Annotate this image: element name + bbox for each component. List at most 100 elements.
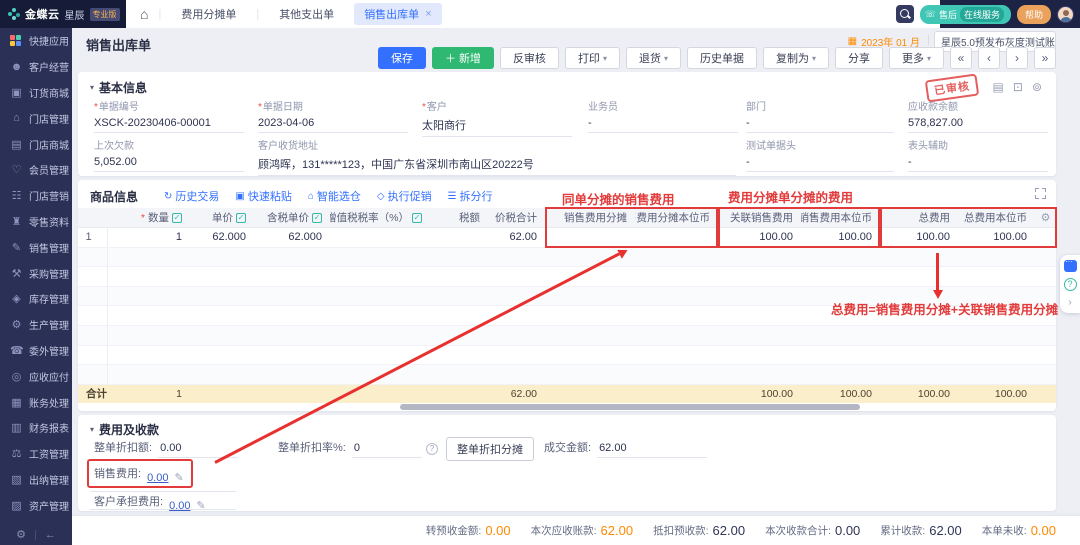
next-record-button[interactable]: › <box>1006 47 1028 69</box>
sidebar-item-label: 会员管理 <box>29 162 69 177</box>
sidebar-item-payroll[interactable]: ⚖工资管理 <box>0 441 72 467</box>
split-row-link[interactable]: ☰拆分行 <box>448 188 493 204</box>
sidebar-item-outsourcing[interactable]: ☎委外管理 <box>0 338 72 364</box>
delivery-address-input[interactable]: 顾鸿晖，131*****123，中国广东省深圳市南山区20222号 <box>258 152 736 176</box>
keyboard-icon[interactable]: ▤ <box>993 80 1004 94</box>
service-badge: 在线服务 <box>960 7 1004 22</box>
topbar: 金蝶云 星辰 专业版 ⌂ | 费用分摊单 | 其他支出单 销售出库单 × ☏ 售… <box>0 0 1080 28</box>
column-settings-gear-icon[interactable]: ⚙ <box>1035 211 1056 224</box>
tab-sales-outbound[interactable]: 销售出库单 × <box>354 3 441 25</box>
add-new-button[interactable]: ＋新增 <box>432 47 494 69</box>
purchase-icon: ⚒ <box>10 267 23 280</box>
quick-paste-link[interactable]: ▣快速粘贴 <box>235 188 291 204</box>
sidebar-item-order-mall[interactable]: ▣订货商城 <box>0 80 72 106</box>
cell-linked-fee[interactable]: 100.00 <box>718 231 801 243</box>
cell-tax-price[interactable]: 62.000 <box>254 231 330 243</box>
sidebar-item-quick-apps[interactable]: 快捷应用 <box>0 28 72 54</box>
salesman-input[interactable]: - <box>588 113 738 133</box>
sidebar-item-sales[interactable]: ✎销售管理 <box>0 234 72 260</box>
sidebar-item-label: 财务报表 <box>29 420 69 435</box>
discount-rate-input[interactable]: 0 <box>352 442 422 458</box>
last-record-button[interactable]: » <box>1034 47 1056 69</box>
tab-close-icon[interactable]: × <box>425 8 431 20</box>
app-logo: 金蝶云 星辰 专业版 <box>0 0 126 28</box>
department-input[interactable]: - <box>746 113 894 133</box>
edit-pencil-icon[interactable]: ✎ <box>196 499 205 512</box>
discount-amount-input[interactable]: 0.00 <box>158 442 238 458</box>
first-record-button[interactable]: « <box>950 47 972 69</box>
help-question-icon[interactable]: ? <box>1064 278 1077 291</box>
customer-input[interactable]: 太阳商行 <box>422 113 572 137</box>
sidebar-item-label: 委外管理 <box>29 343 69 358</box>
history-button[interactable]: 历史单据 <box>687 47 757 69</box>
smart-warehouse-link[interactable]: ⌂智能选仓 <box>308 188 361 204</box>
batch-fill-checkbox-icon[interactable]: ✓ <box>412 213 422 223</box>
user-avatar[interactable] <box>1057 6 1074 23</box>
sidebar-item-accounting[interactable]: ▦账务处理 <box>0 389 72 415</box>
copy-doc-icon[interactable]: ⊡ <box>1013 80 1023 94</box>
service-label: 售后 <box>939 8 957 21</box>
field-customer: *客户 太阳商行 <box>422 98 572 137</box>
copy-as-button[interactable]: 复制为▾ <box>763 47 829 69</box>
stat-value: 0.00 <box>835 523 860 538</box>
batch-fill-checkbox-icon[interactable]: ✓ <box>172 213 182 223</box>
sidebar-item-production[interactable]: ⚙生产管理 <box>0 312 72 338</box>
collapse-arrow-icon[interactable]: › <box>1068 297 1071 308</box>
batch-fill-checkbox-icon[interactable]: ✓ <box>236 213 246 223</box>
collapse-sidebar-icon[interactable]: ← <box>45 529 56 541</box>
cell-linked-fee-base[interactable]: 100.00 <box>801 231 880 243</box>
return-button[interactable]: 退货▾ <box>626 47 681 69</box>
fullscreen-icon[interactable] <box>1035 188 1046 199</box>
header-aux-input[interactable]: - <box>908 152 1048 172</box>
sidebar-item-member[interactable]: ♡会员管理 <box>0 157 72 183</box>
after-sales-service-button[interactable]: ☏ 售后 在线服务 <box>920 5 1011 24</box>
sidebar-item-asset[interactable]: ▨资产管理 <box>0 492 72 518</box>
sidebar-item-purchase[interactable]: ⚒采购管理 <box>0 260 72 286</box>
save-button[interactable]: 保存 <box>378 47 426 69</box>
bill-date-input[interactable]: 2023-04-06 <box>258 113 408 133</box>
tab-fee-allocation[interactable]: 费用分摊单 <box>171 3 246 25</box>
basic-info-section-toggle[interactable]: ▾ 基本信息 <box>90 79 147 96</box>
section-title: 商品信息 <box>90 188 138 205</box>
help-button[interactable]: 帮助 <box>1017 5 1051 24</box>
home-icon[interactable]: ⌂ <box>140 6 148 22</box>
sidebar-item-customer[interactable]: ☻客户经营 <box>0 54 72 80</box>
share-button[interactable]: 分享 <box>835 47 883 69</box>
sidebar-item-label: 应收应付 <box>29 369 69 384</box>
sale-fee-value-link[interactable]: 0.00 <box>147 472 168 484</box>
edit-pencil-icon[interactable]: ✎ <box>174 471 183 484</box>
fees-section-toggle[interactable]: ▾ 费用及收款 <box>90 421 159 438</box>
chat-bubble-icon[interactable] <box>1064 260 1077 272</box>
more-button[interactable]: 更多▾ <box>889 47 944 69</box>
batch-fill-checkbox-icon[interactable]: ✓ <box>312 213 322 223</box>
customer-fee-value-link[interactable]: 0.00 <box>169 500 190 512</box>
sidebar-item-store-mgmt[interactable]: ⌂门店管理 <box>0 105 72 131</box>
settings-gear-icon[interactable]: ⚙ <box>16 528 26 541</box>
sidebar-item-inventory[interactable]: ◈库存管理 <box>0 286 72 312</box>
discount-share-button[interactable]: 整单折扣分摊 <box>446 437 534 461</box>
tab-other-expense[interactable]: 其他支出单 <box>269 3 344 25</box>
cell-total-fee[interactable]: 100.00 <box>880 231 958 243</box>
sidebar-item-retail-data[interactable]: ♜零售资料 <box>0 209 72 235</box>
promotion-link[interactable]: ◇执行促销 <box>377 188 432 204</box>
test-header-input[interactable]: - <box>746 152 894 172</box>
sidebar-item-store-marketing[interactable]: ☷门店营销 <box>0 183 72 209</box>
bill-no-input[interactable]: XSCK-20230406-00001 <box>94 113 244 133</box>
sidebar-item-cashier[interactable]: ▧出纳管理 <box>0 467 72 493</box>
print-button[interactable]: 打印▾ <box>565 47 620 69</box>
sidebar-item-store-mall[interactable]: ▤门店商城 <box>0 131 72 157</box>
sidebar-item-fin-report[interactable]: ▥财务报表 <box>0 415 72 441</box>
history-trade-link[interactable]: ↻历史交易 <box>164 188 219 204</box>
cell-amount[interactable]: 62.00 <box>488 231 545 243</box>
prev-record-button[interactable]: ‹ <box>978 47 1000 69</box>
cell-total-fee-base[interactable]: 100.00 <box>958 231 1035 243</box>
sidebar-item-ar-ap[interactable]: ◎应收应付 <box>0 363 72 389</box>
cell-price[interactable]: 62.000 <box>190 231 254 243</box>
cell-qty[interactable]: 1 <box>108 231 190 243</box>
scrollbar-thumb[interactable] <box>400 404 860 410</box>
unaudit-button[interactable]: 反审核 <box>500 47 559 69</box>
settings-circle-icon[interactable]: ⊚ <box>1032 80 1042 94</box>
question-circle-icon[interactable]: ? <box>426 443 438 455</box>
stat-value: 0.00 <box>1031 523 1056 538</box>
search-icon[interactable] <box>896 5 914 23</box>
